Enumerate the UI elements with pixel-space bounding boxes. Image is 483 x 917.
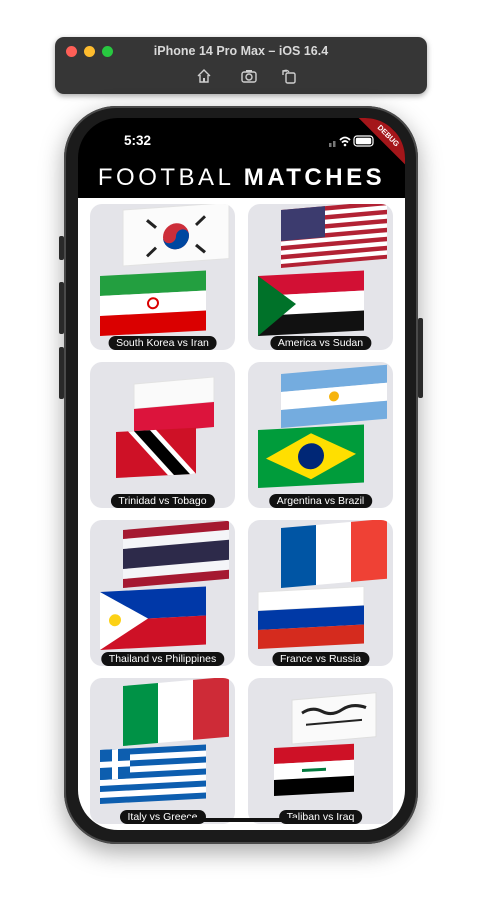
usa-flag-icon <box>281 204 387 268</box>
match-label: America vs Sudan <box>269 336 372 350</box>
volume-down-button <box>59 347 64 399</box>
app-title: FOOTBAL MATCHES <box>78 164 405 192</box>
match-card[interactable]: South Korea vs Iran <box>90 204 235 350</box>
brazil-flag-icon <box>258 424 364 488</box>
signal-icon <box>329 141 336 147</box>
taliban-flag-icon <box>291 692 377 745</box>
match-label: South Korea vs Iran <box>108 336 217 350</box>
match-card[interactable]: Thailand vs Philippines <box>90 520 235 666</box>
home-indicator[interactable] <box>186 818 298 822</box>
battery-icon <box>353 135 374 147</box>
match-label: France vs Russia <box>271 652 370 666</box>
match-label: Argentina vs Brazil <box>268 494 373 508</box>
greece-flag-icon <box>100 744 206 804</box>
russia-flag-icon <box>257 585 365 649</box>
phone-screen: 5:32 DEBUG FOOTBAL MATCHES South Korea v… <box>78 118 405 830</box>
match-card[interactable]: Trinidad vs Tobago <box>90 362 235 508</box>
simulator-title: iPhone 14 Pro Max – iOS 16.4 <box>153 44 329 58</box>
app-title-light: FOOTBAL <box>97 164 234 191</box>
match-card[interactable]: Taliban vs Iraq <box>248 678 393 824</box>
iran-flag-icon <box>100 270 206 336</box>
home-icon[interactable] <box>195 67 213 85</box>
match-card[interactable]: America vs Sudan <box>248 204 393 350</box>
volume-up-button <box>59 282 64 334</box>
match-card[interactable]: Italy vs Greece <box>90 678 235 824</box>
wifi-icon <box>339 136 351 147</box>
simulator-toolbar: iPhone 14 Pro Max – iOS 16.4 <box>55 37 427 94</box>
thailand-flag-icon <box>123 520 229 588</box>
match-label: Thailand vs Philippines <box>100 652 225 666</box>
screenshot-icon[interactable] <box>240 67 258 85</box>
iraq-flag-icon <box>274 743 354 796</box>
mute-switch <box>59 236 64 260</box>
status-icons <box>329 134 375 148</box>
match-list[interactable]: South Korea vs Iran America vs Sudan Tri… <box>78 198 405 830</box>
rotate-icon[interactable] <box>280 67 298 85</box>
trinidad-tobago-flag-icon <box>116 427 196 478</box>
app-title-bold: MATCHES <box>243 164 386 191</box>
philippines-flag-icon <box>100 586 206 650</box>
power-button <box>418 318 423 398</box>
argentina-flag-icon <box>281 364 387 428</box>
match-card[interactable]: Argentina vs Brazil <box>248 362 393 508</box>
match-label: Trinidad vs Tobago <box>110 494 215 508</box>
status-time: 5:32 <box>124 133 152 148</box>
france-flag-icon <box>281 520 387 588</box>
poland-flag-icon <box>133 376 215 434</box>
south-korea-flag-icon <box>122 204 230 267</box>
italy-flag-icon <box>123 678 229 746</box>
match-card[interactable]: France vs Russia <box>248 520 393 666</box>
sudan-flag-icon <box>258 270 364 336</box>
